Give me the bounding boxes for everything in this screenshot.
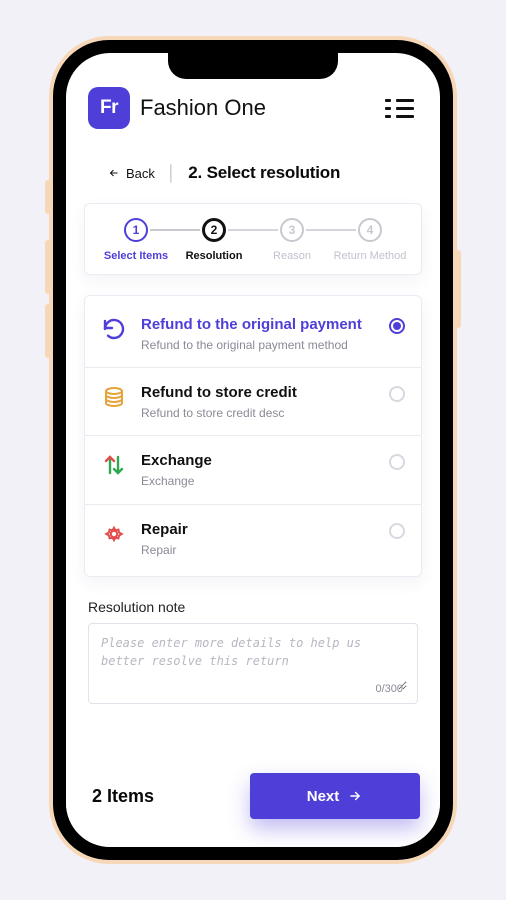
step-label: Return Method <box>334 250 407 262</box>
phone-notch <box>168 53 338 79</box>
step-resolution[interactable]: 2 Resolution <box>175 218 253 262</box>
option-desc: Refund to the original payment method <box>141 337 375 353</box>
option-radio[interactable] <box>389 318 405 334</box>
back-label: Back <box>126 166 155 181</box>
phone-vol-up <box>45 240 51 294</box>
step-number: 3 <box>280 218 304 242</box>
phone-silence-switch <box>45 180 51 214</box>
resolution-options: Refund to the original payment Refund to… <box>84 295 422 577</box>
stepper: 1 Select Items 2 Resolution 3 Reason 4 R… <box>85 204 421 274</box>
option-title: Repair <box>141 521 375 539</box>
option-refund-original[interactable]: Refund to the original payment Refund to… <box>85 300 421 368</box>
step-return-method[interactable]: 4 Return Method <box>331 218 409 262</box>
refresh-icon <box>101 316 127 342</box>
note-label: Resolution note <box>88 599 418 615</box>
title-separator: │ <box>167 165 176 182</box>
option-desc: Exchange <box>141 473 375 489</box>
step-label: Reason <box>273 250 311 262</box>
note-textarea[interactable] <box>101 634 407 690</box>
brand: Fr Fashion One <box>88 87 266 129</box>
step-select-items[interactable]: 1 Select Items <box>97 218 175 262</box>
phone-frame: Fr Fashion One Back │ 2. Select resoluti… <box>53 40 453 860</box>
back-button[interactable]: Back <box>108 166 155 181</box>
step-reason[interactable]: 3 Reason <box>253 218 331 262</box>
resolution-note-section: Resolution note 0/300 <box>66 591 440 704</box>
footer-bar: 2 Items Next <box>66 757 440 847</box>
next-button[interactable]: Next <box>250 773 420 819</box>
menu-icon[interactable] <box>381 95 418 122</box>
option-desc: Refund to store credit desc <box>141 405 375 421</box>
option-radio[interactable] <box>389 523 405 539</box>
gear-icon <box>101 521 127 547</box>
exchange-icon <box>101 452 127 478</box>
note-box: 0/300 <box>88 623 418 704</box>
option-title: Exchange <box>141 452 375 470</box>
next-label: Next <box>307 788 340 805</box>
option-repair[interactable]: Repair Repair <box>85 505 421 572</box>
item-count: 2 Items <box>92 786 154 807</box>
app-screen: Fr Fashion One Back │ 2. Select resoluti… <box>66 53 440 847</box>
option-radio[interactable] <box>389 386 405 402</box>
page-title-row: Back │ 2. Select resolution <box>66 141 440 197</box>
note-counter: 0/300 <box>375 683 403 695</box>
arrow-right-icon <box>347 789 363 803</box>
option-radio[interactable] <box>389 454 405 470</box>
phone-vol-down <box>45 304 51 358</box>
option-title: Refund to the original payment <box>141 316 375 334</box>
step-label: Select Items <box>104 250 168 262</box>
arrow-left-icon <box>108 167 120 179</box>
brand-name: Fashion One <box>140 95 266 121</box>
stepper-card: 1 Select Items 2 Resolution 3 Reason 4 R… <box>84 203 422 275</box>
step-number: 1 <box>124 218 148 242</box>
coins-icon <box>101 384 127 410</box>
phone-power <box>455 250 461 328</box>
step-label: Resolution <box>186 250 243 262</box>
option-store-credit[interactable]: Refund to store credit Refund to store c… <box>85 368 421 436</box>
brand-logo: Fr <box>88 87 130 129</box>
option-desc: Repair <box>141 542 375 558</box>
page-title: 2. Select resolution <box>188 163 340 183</box>
step-number: 4 <box>358 218 382 242</box>
step-number: 2 <box>202 218 226 242</box>
option-exchange[interactable]: Exchange Exchange <box>85 436 421 504</box>
option-title: Refund to store credit <box>141 384 375 402</box>
